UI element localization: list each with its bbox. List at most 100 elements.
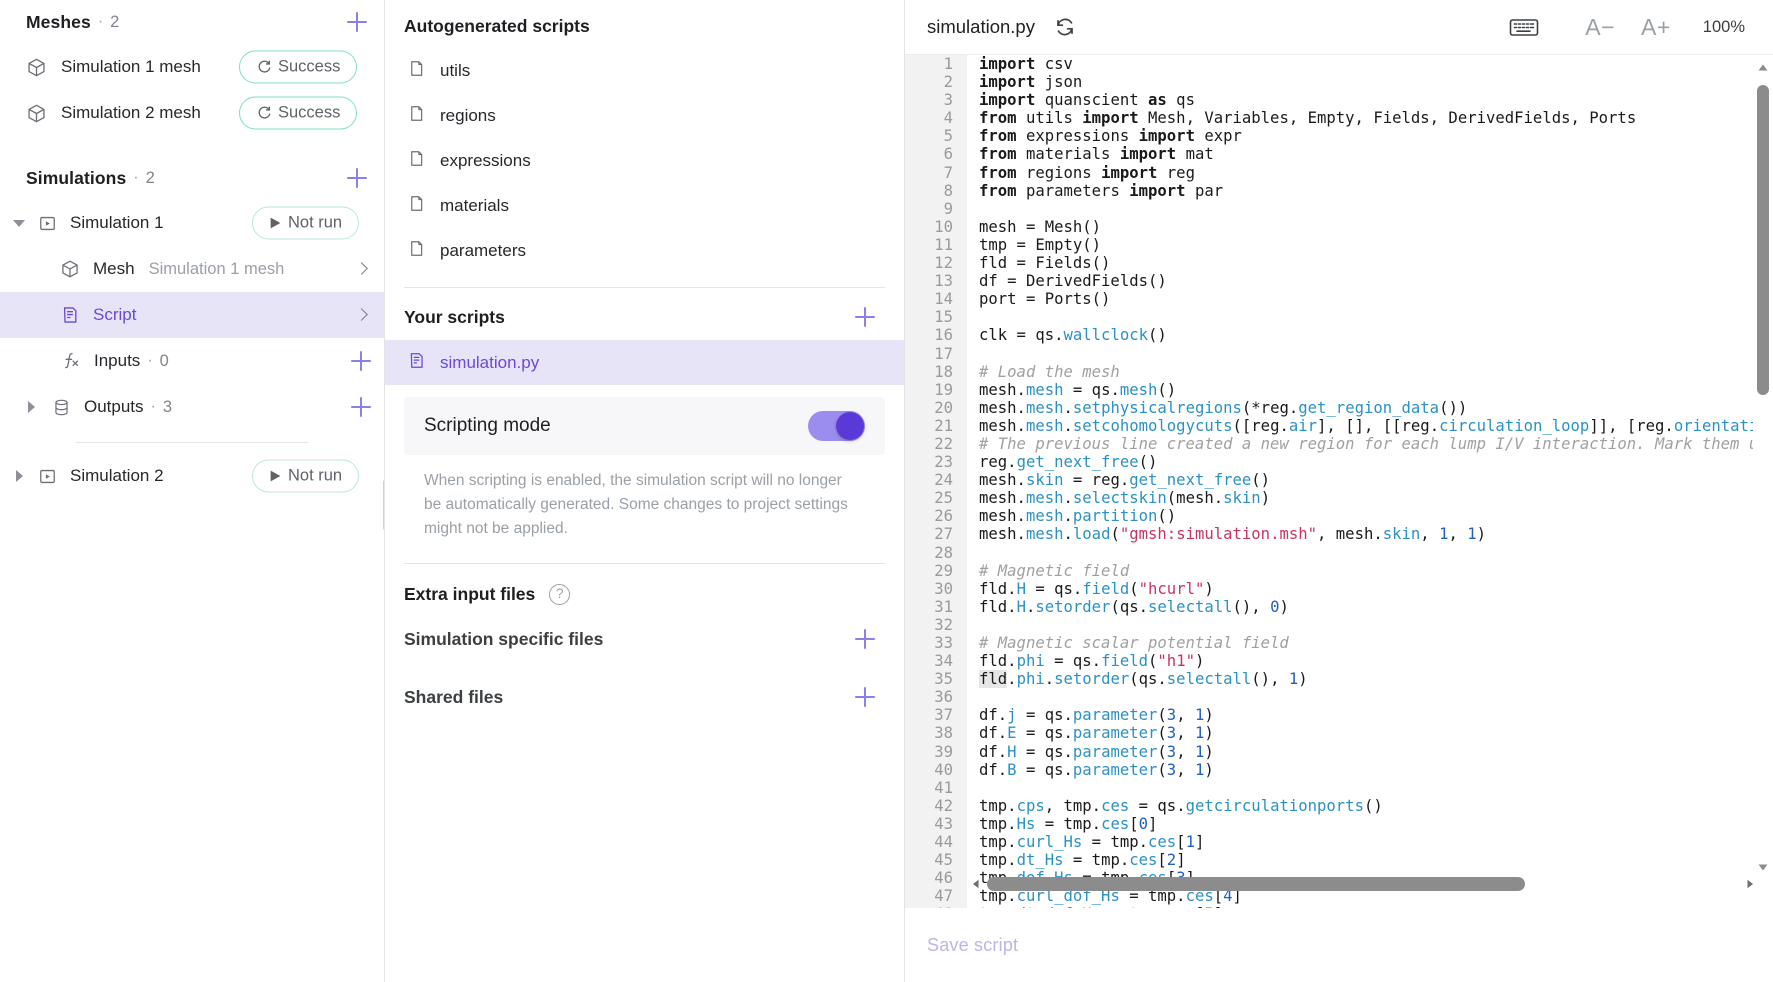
code-line[interactable]: 36 — [905, 688, 1753, 707]
code-line-text[interactable] — [967, 308, 988, 326]
add-simulation-specific-file-button[interactable] — [852, 626, 878, 652]
keyboard-icon[interactable] — [1509, 16, 1539, 38]
code-line[interactable]: 11 tmp = Empty() — [905, 235, 1753, 255]
code-line-text[interactable] — [967, 688, 988, 706]
vertical-scrollbar[interactable] — [1756, 61, 1770, 874]
code-line[interactable]: 9 — [905, 199, 1753, 218]
code-line[interactable]: 15 — [905, 308, 1753, 327]
status-badge-success[interactable]: Success — [239, 50, 358, 84]
simulation-item-2[interactable]: Simulation 2 Not run — [0, 453, 384, 499]
code-line-text[interactable]: import quanscient as qs — [967, 91, 1195, 109]
code-line[interactable]: 7 from regions import reg — [905, 163, 1753, 182]
code-line[interactable]: 24 mesh.skin = reg.get_next_free() — [905, 471, 1753, 490]
code-line-text[interactable] — [967, 200, 988, 218]
code-area[interactable]: 1 import csv 2 import json 3 import quanscien… — [905, 54, 1773, 908]
code-line[interactable]: 37 df.j = qs.parameter(3, 1) — [905, 706, 1753, 725]
code-line-text[interactable]: fld.phi = qs.field("h1") — [967, 652, 1204, 670]
code-line[interactable]: 14 port = Ports() — [905, 290, 1753, 309]
help-icon[interactable]: ? — [549, 584, 571, 606]
code-line[interactable]: 39 df.H = qs.parameter(3, 1) — [905, 742, 1753, 761]
chevron-right-icon[interactable] — [20, 396, 42, 418]
horizontal-scrollbar[interactable] — [973, 876, 1753, 892]
code-line-text[interactable]: mesh.skin = reg.get_next_free() — [967, 471, 1270, 489]
status-badge-success[interactable]: Success — [239, 96, 358, 130]
code-line-text[interactable]: import csv — [967, 55, 1073, 73]
autogenerated-script-parameters[interactable]: parameters — [385, 228, 904, 273]
code-line[interactable]: 45 tmp.dt_Hs = tmp.ces[2] — [905, 851, 1753, 870]
status-badge-not-run[interactable]: Not run — [252, 459, 360, 493]
chevron-right-icon[interactable] — [8, 465, 30, 487]
add-input-button[interactable] — [348, 348, 374, 374]
code-line[interactable]: 44 tmp.curl_Hs = tmp.ces[1] — [905, 833, 1753, 852]
code-line[interactable]: 41 — [905, 778, 1753, 797]
code-line-text[interactable]: tmp = Empty() — [967, 236, 1101, 254]
code-line-text[interactable]: mesh.mesh = qs.mesh() — [967, 381, 1176, 399]
code-line-text[interactable]: tmp.dt_Hs = tmp.ces[2] — [967, 851, 1186, 869]
code-line-text[interactable] — [967, 779, 988, 797]
chevron-down-icon[interactable] — [8, 212, 30, 234]
zoom-level[interactable]: 100% — [1703, 18, 1745, 37]
code-line-text[interactable]: from parameters import par — [967, 182, 1223, 200]
code-line-text[interactable]: mesh.mesh.setcohomologycuts([reg.air], [… — [967, 417, 1753, 435]
code-line[interactable]: 5 from expressions import expr — [905, 127, 1753, 146]
scroll-right-arrow-icon[interactable] — [1743, 877, 1757, 891]
refresh-icon[interactable] — [1053, 15, 1077, 39]
code-line-text[interactable]: df.H = qs.parameter(3, 1) — [967, 743, 1214, 761]
code-line-text[interactable]: from regions import reg — [967, 164, 1195, 182]
code-line-text[interactable] — [967, 345, 988, 363]
scripting-mode-toggle[interactable] — [808, 411, 865, 441]
autogenerated-script-materials[interactable]: materials — [385, 183, 904, 228]
code-line-text[interactable]: # The previous line created a new region… — [967, 435, 1753, 453]
code-line-text[interactable]: mesh = Mesh() — [967, 218, 1101, 236]
scroll-left-arrow-icon[interactable] — [969, 877, 983, 891]
code-line-text[interactable]: df.B = qs.parameter(3, 1) — [967, 761, 1214, 779]
code-line[interactable]: 8 from parameters import par — [905, 181, 1753, 200]
code-line-text[interactable]: from utils import Mesh, Variables, Empty… — [967, 109, 1636, 127]
code-line-text[interactable]: mesh.mesh.setphysicalregions(*reg.get_re… — [967, 399, 1467, 417]
code-line-text[interactable]: mesh.mesh.partition() — [967, 507, 1176, 525]
code-line-text[interactable]: df = DerivedFields() — [967, 272, 1167, 290]
sidebar-item-mesh[interactable]: Mesh Simulation 1 mesh — [0, 246, 384, 292]
code-line-text[interactable]: mesh.mesh.load("gmsh:simulation.msh", me… — [967, 525, 1486, 543]
code-line[interactable]: 33 # Magnetic scalar potential field — [905, 634, 1753, 653]
scroll-up-arrow-icon[interactable] — [1756, 61, 1770, 75]
code-line[interactable]: 48tmp.dt_dof_Hs = tmp.ces[5] — [905, 905, 1753, 908]
code-line[interactable]: 18 # Load the mesh — [905, 362, 1753, 381]
chevron-right-icon[interactable] — [352, 304, 374, 326]
code-line[interactable]: 27 mesh.mesh.load("gmsh:simulation.msh", … — [905, 525, 1753, 544]
code-line[interactable]: 16 clk = qs.wallclock() — [905, 326, 1753, 345]
code-line-text[interactable]: tmp.Hs = tmp.ces[0] — [967, 815, 1157, 833]
code-line-text[interactable]: import json — [967, 73, 1082, 91]
code-line-text[interactable]: df.E = qs.parameter(3, 1) — [967, 724, 1214, 742]
code-line-text[interactable]: tmp.cps, tmp.ces = qs.getcirculationport… — [967, 797, 1383, 815]
code-line-text[interactable]: fld = Fields() — [967, 254, 1110, 272]
code-line-text[interactable]: fld.phi.setorder(qs.selectall(), 1) — [967, 670, 1308, 689]
add-simulation-button[interactable] — [344, 165, 370, 191]
simulation-item-1[interactable]: Simulation 1 Not run — [0, 200, 384, 246]
save-script-button[interactable]: Save script — [927, 935, 1018, 956]
code-line[interactable]: 13 df = DerivedFields() — [905, 272, 1753, 291]
code-line[interactable]: 34 fld.phi = qs.field("h1") — [905, 652, 1753, 671]
scroll-down-arrow-icon[interactable] — [1756, 860, 1770, 874]
code-line[interactable]: 12 fld = Fields() — [905, 254, 1753, 273]
code-line-text[interactable]: from expressions import expr — [967, 127, 1242, 145]
code-line[interactable]: 2 import json — [905, 73, 1753, 92]
autogenerated-script-expressions[interactable]: expressions — [385, 138, 904, 183]
code-line[interactable]: 31 fld.H.setorder(qs.selectall(), 0) — [905, 597, 1753, 616]
sidebar-item-outputs[interactable]: Outputs · 3 — [0, 384, 384, 430]
mesh-item-simulation-2-mesh[interactable]: Simulation 2 mesh Success — [0, 90, 384, 136]
status-badge-not-run[interactable]: Not run — [252, 206, 360, 240]
add-mesh-button[interactable] — [344, 9, 370, 35]
code-line[interactable]: 4 from utils import Mesh, Variables, Empt… — [905, 109, 1753, 128]
code-line[interactable]: 42 tmp.cps, tmp.ces = qs.getcirculationpo… — [905, 796, 1753, 815]
code-line[interactable]: 25 mesh.mesh.selectskin(mesh.skin) — [905, 489, 1753, 508]
sidebar-item-inputs[interactable]: Inputs · 0 — [0, 338, 384, 384]
autogenerated-script-utils[interactable]: utils — [385, 48, 904, 93]
code-line[interactable]: 35 fld.phi.setorder(qs.selectall(), 1) — [905, 670, 1753, 689]
code-line-text[interactable]: # Magnetic field — [967, 562, 1129, 580]
code-line-text[interactable]: df.j = qs.parameter(3, 1) — [967, 706, 1214, 724]
autogenerated-script-regions[interactable]: regions — [385, 93, 904, 138]
code-line[interactable]: 43 tmp.Hs = tmp.ces[0] — [905, 814, 1753, 834]
code-line[interactable]: 1 import csv — [905, 55, 1753, 74]
code-line[interactable]: 29 # Magnetic field — [905, 561, 1753, 580]
